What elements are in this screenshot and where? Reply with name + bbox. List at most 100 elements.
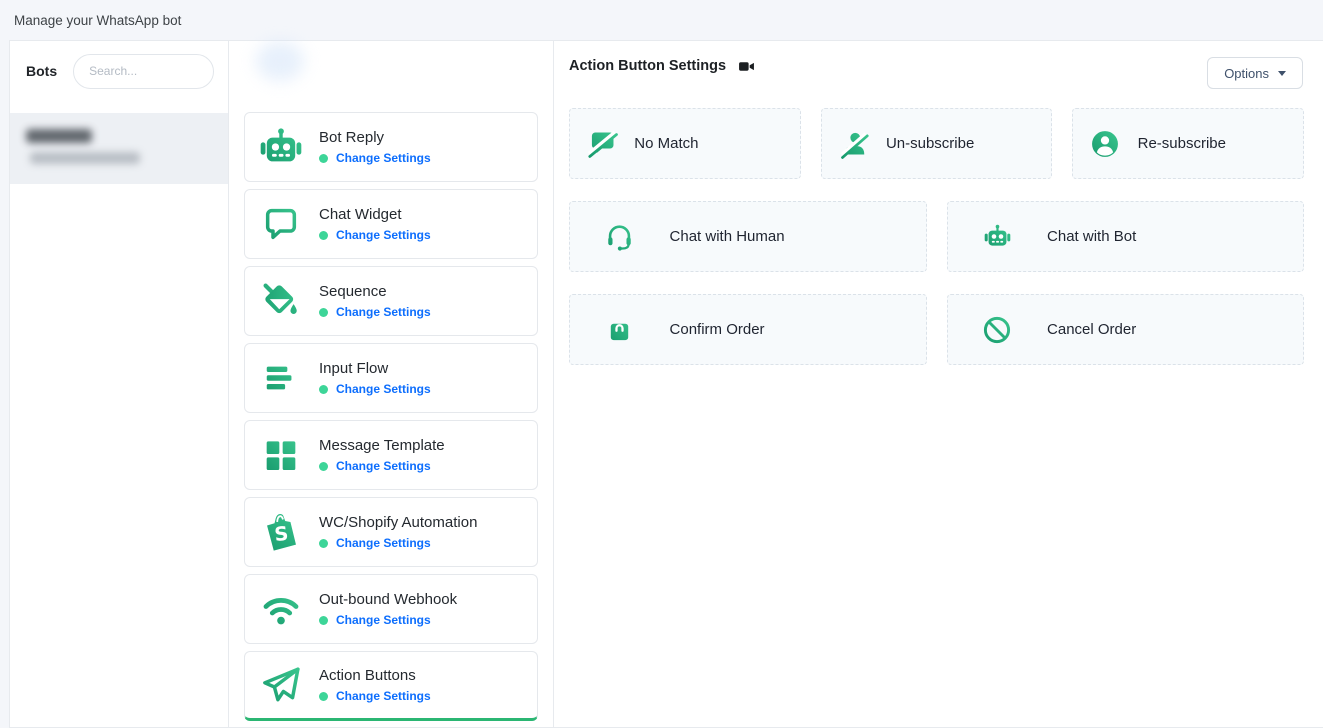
feature-card-body: Action Buttons Change Settings [319,667,431,703]
change-settings-link[interactable]: Change Settings [336,382,431,396]
options-button[interactable]: Options [1207,57,1303,89]
redacted-bot-number [30,152,140,164]
feature-title: WC/Shopify Automation [319,514,477,531]
status-dot [319,308,328,317]
change-settings-link[interactable]: Change Settings [336,228,431,242]
action-card-cancel-order[interactable]: Cancel Order [947,294,1305,365]
action-card-label: Confirm Order [670,321,765,338]
topbar: Manage your WhatsApp bot [0,0,1323,40]
action-row-3: Confirm Order Cancel Order [569,294,1304,365]
feature-status-row: Change Settings [319,689,431,703]
feature-status-row: Change Settings [319,459,445,473]
action-row-1: No Match Un-subscribe [569,108,1304,179]
robot-icon [255,124,307,170]
status-dot [319,539,328,548]
action-button-settings-panel: Action Button Settings Options [554,41,1323,727]
paper-plane-icon [255,663,307,707]
robot-icon [948,222,1048,251]
bots-sidebar: Bots [10,41,229,727]
grid-squares-icon [255,435,307,475]
shopping-bag-icon [570,315,670,344]
feature-card-message-template[interactable]: Message Template Change Settings [244,420,538,490]
feature-card-chat-widget[interactable]: Chat Widget Change Settings [244,189,538,259]
panel-header: Action Button Settings [569,55,1304,77]
feature-status-row: Change Settings [319,536,477,550]
feature-card-body: Bot Reply Change Settings [319,129,431,165]
feature-card-wc-shopify[interactable]: S WC/Shopify Automation Change Settings [244,497,538,567]
blurred-profile-blob [256,41,304,81]
ban-icon [948,314,1048,346]
shopify-bag-icon: S [255,510,307,554]
redacted-bot-name [26,129,92,143]
feature-status-row: Change Settings [319,151,431,165]
bot-search-input[interactable] [73,54,214,89]
feature-list: Bot Reply Change Settings Chat Widget [244,112,538,721]
feature-status-row: Change Settings [319,382,431,396]
feature-status-row: Change Settings [319,613,457,627]
action-card-confirm-order[interactable]: Confirm Order [569,294,927,365]
selected-bot-item[interactable] [10,113,228,184]
feature-card-bot-reply[interactable]: Bot Reply Change Settings [244,112,538,182]
change-settings-link[interactable]: Change Settings [336,536,431,550]
fill-drip-icon [255,280,307,322]
page-title: Manage your WhatsApp bot [14,13,181,28]
action-card-label: No Match [634,135,698,152]
feature-card-sequence[interactable]: Sequence Change Settings [244,266,538,336]
user-slash-icon [822,129,886,159]
change-settings-link[interactable]: Change Settings [336,689,431,703]
chevron-down-icon [1278,71,1286,76]
change-settings-link[interactable]: Change Settings [336,459,431,473]
action-card-label: Chat with Human [670,228,785,245]
feature-card-body: Out-bound Webhook Change Settings [319,591,457,627]
status-dot [319,692,328,701]
panel-title: Action Button Settings [569,58,726,74]
action-card-label: Chat with Bot [1047,228,1136,245]
comment-slash-icon [570,128,634,159]
change-settings-link[interactable]: Change Settings [336,613,431,627]
wifi-icon [255,588,307,630]
feature-card-body: Message Template Change Settings [319,437,445,473]
feature-card-body: WC/Shopify Automation Change Settings [319,514,477,550]
action-card-re-subscribe[interactable]: Re-subscribe [1072,108,1304,179]
options-button-label: Options [1224,66,1269,81]
feature-card-input-flow[interactable]: Input Flow Change Settings [244,343,538,413]
status-dot [319,462,328,471]
action-card-un-subscribe[interactable]: Un-subscribe [821,108,1053,179]
status-dot [319,154,328,163]
bots-heading: Bots [26,63,57,79]
change-settings-link[interactable]: Change Settings [336,305,431,319]
feature-card-body: Sequence Change Settings [319,283,431,319]
video-camera-icon[interactable] [738,58,755,75]
feature-card-outbound-webhook[interactable]: Out-bound Webhook Change Settings [244,574,538,644]
align-bars-icon [255,359,307,397]
feature-title: Message Template [319,437,445,454]
sidebar-header: Bots [10,41,228,101]
user-circle-icon [1073,128,1137,160]
feature-title: Action Buttons [319,667,431,684]
status-dot [319,385,328,394]
feature-card-action-buttons[interactable]: Action Buttons Change Settings [244,651,538,721]
action-card-chat-with-human[interactable]: Chat with Human [569,201,927,272]
action-card-label: Cancel Order [1047,321,1136,338]
action-card-no-match[interactable]: No Match [569,108,801,179]
chat-bubble-icon [255,204,307,244]
feature-title: Bot Reply [319,129,431,146]
feature-status-row: Change Settings [319,305,431,319]
feature-card-body: Input Flow Change Settings [319,360,431,396]
action-row-2: Chat with Human [569,201,1304,272]
feature-column: Bot Reply Change Settings Chat Widget [229,41,554,727]
feature-card-body: Chat Widget Change Settings [319,206,431,242]
action-card-chat-with-bot[interactable]: Chat with Bot [947,201,1305,272]
feature-status-row: Change Settings [319,228,431,242]
svg-text:S: S [273,522,289,546]
status-dot [319,231,328,240]
feature-title: Sequence [319,283,431,300]
change-settings-link[interactable]: Change Settings [336,151,431,165]
status-dot [319,616,328,625]
feature-title: Input Flow [319,360,431,377]
action-card-label: Re-subscribe [1138,135,1226,152]
headset-icon [570,221,670,252]
feature-title: Out-bound Webhook [319,591,457,608]
action-card-label: Un-subscribe [886,135,974,152]
feature-title: Chat Widget [319,206,431,223]
